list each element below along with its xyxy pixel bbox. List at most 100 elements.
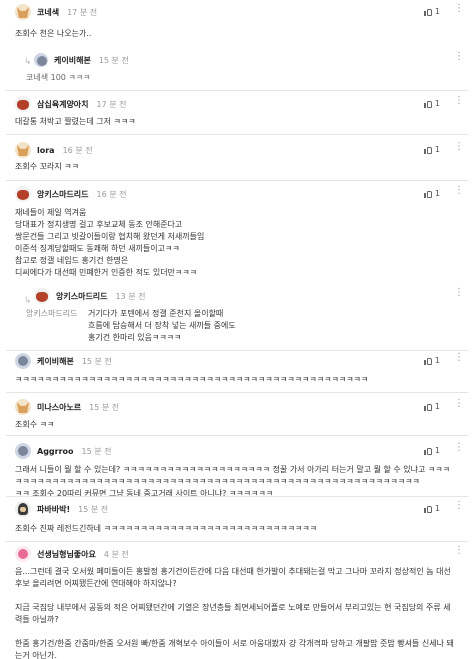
thumbs-up-icon [423,8,432,16]
user-nickname[interactable]: 케이비해본 [37,356,74,367]
thumbs-up-icon [423,190,432,198]
comment-time: 15 분 전 [81,446,112,456]
comment-body: 대갈통 처박고 짤렸는데 그저 ㅋㅋㅋ [15,117,136,126]
comment-time: 15 분 전 [78,504,109,514]
user-avatar[interactable] [15,186,31,202]
more-options-icon[interactable]: ⋮ [454,352,464,363]
more-options-icon[interactable]: ⋮ [454,500,464,511]
user-avatar[interactable] [15,142,31,158]
like-count: 1 [434,99,440,108]
more-options-icon[interactable]: ⋮ [454,442,464,453]
comment-time: 16 분 전 [62,145,93,155]
reply-arrow-icon: ↳ [24,57,32,67]
comment-header: Aggrroo 15 분 전 [15,442,112,460]
comment-header: 미나스아노르 15 분 전 [15,398,119,416]
more-options-icon[interactable]: ⋮ [454,95,464,106]
reply-header: 케이비해본 15 분 전 [34,51,129,69]
user-avatar[interactable] [15,96,31,112]
like-count: 1 [434,145,440,154]
comment-body: 거기다가 포텐에서 정갤 준천지 올이할때 흐름에 탑승해서 더 장착 넣는 새… [88,309,236,342]
comment-time: 17 분 전 [67,7,98,17]
user-nickname[interactable]: Aggrroo [37,447,74,456]
comment-body: ㅋㅋㅋㅋㅋㅋㅋㅋㅋㅋㅋㅋㅋㅋㅋㅋㅋㅋㅋㅋㅋㅋㅋㅋㅋㅋㅋㅋㅋㅋㅋㅋㅋㅋㅋㅋㅋㅋㅋㅋ… [15,375,369,384]
divider [6,90,468,91]
divider [6,392,468,393]
comment-body: 조회수 꼬라지 ㅋㅋ [15,162,79,171]
user-nickname[interactable]: lora [37,146,55,155]
comment-list: 코네색 17 분 전 1 ⋮ 조회수 천은 나오는가.. ↳ 케이비해본 15 … [0,0,474,659]
comment-time: 16 분 전 [96,189,127,199]
reply-arrow-icon: ↳ [24,296,32,306]
more-options-icon[interactable]: ⋮ [454,51,464,62]
comment-header: 케이비해본 15 분 전 [15,352,112,370]
like-button[interactable]: 1 [423,356,440,365]
like-button[interactable]: 1 [423,145,440,154]
more-options-icon[interactable]: ⋮ [454,3,464,14]
user-nickname[interactable]: 앙키스마드리드 [56,291,108,302]
comment-time: 15 분 전 [98,55,129,65]
comment-header: 파바바박! 15 분 전 [15,500,108,518]
user-avatar[interactable] [15,546,31,562]
comment-header: 코네색 17 분 전 [15,3,97,21]
thumbs-up-icon [423,100,432,108]
thumbs-up-icon [423,357,432,365]
user-nickname[interactable]: 케이비해본 [54,55,91,66]
thumbs-up-icon [423,403,432,411]
comment-time: 13 분 전 [115,291,146,301]
more-options-icon[interactable]: ⋮ [454,545,464,556]
like-button[interactable]: 1 [423,99,440,108]
user-avatar[interactable] [34,53,48,67]
user-nickname[interactable]: 선생님형님좋아요 [37,549,96,560]
user-nickname[interactable]: 앙키스마드리드 [37,189,89,200]
quoted-user[interactable]: 앙키스마드리드 [26,308,78,320]
like-count: 1 [434,446,440,455]
comment-body: 그래서 니들이 뭘 할 수 있는데? ㅋㅋㅋㅋㅋㅋㅋㅋㅋㅋㅋㅋㅋㅋㅋㅋㅋㅋㅋㅋ … [15,465,451,498]
like-button[interactable]: 1 [423,446,440,455]
user-avatar[interactable] [15,501,31,517]
comment-time: 17 분 전 [96,99,127,109]
like-count: 1 [434,504,440,513]
reply-header: 앙키스마드리드 13 분 전 [34,287,146,305]
like-count: 1 [434,356,440,365]
comment-body: 조회수 ㅋㅋ [15,420,55,429]
like-count: 1 [434,402,440,411]
like-button[interactable]: 1 [423,189,440,198]
comment-body: 재네들이 제일 역겨움 당대표가 정치생명 걸고 후보교체 동조 안해준다고 쌍… [15,208,205,277]
reply-content: 앙키스마드리드 [26,308,82,320]
like-button[interactable]: 1 [423,7,440,16]
user-nickname[interactable]: 미나스아노르 [37,402,81,413]
like-button[interactable]: 1 [423,402,440,411]
comment-header: lora 16 분 전 [15,141,93,159]
comment-body: 조회수 천은 나오는가.. [15,29,92,38]
user-nickname[interactable]: 파바바박! [37,504,70,515]
divider [6,541,468,542]
more-options-icon[interactable]: ⋮ [454,287,464,298]
more-options-icon[interactable]: ⋮ [454,141,464,152]
thumbs-up-icon [423,447,432,455]
user-avatar[interactable] [15,443,31,459]
user-avatar[interactable] [15,353,31,369]
thumbs-up-icon [423,505,432,513]
user-nickname[interactable]: 코네색 [37,7,59,18]
divider [6,134,468,135]
comment-header: 선생님형님좋아요 4 분 전 [15,545,129,563]
more-options-icon[interactable]: ⋮ [454,185,464,196]
more-options-icon[interactable]: ⋮ [454,398,464,409]
like-count: 1 [434,189,440,198]
user-avatar[interactable] [15,4,31,20]
thumbs-up-icon [423,146,432,154]
divider [6,435,468,436]
user-nickname[interactable]: 삼십육계양아치 [37,99,89,110]
like-count: 1 [434,7,440,16]
user-avatar[interactable] [15,399,31,415]
comment-body: 조회수 진짜 레전드긴하네 ㅋㅋㅋㅋㅋㅋㅋㅋㅋㅋㅋㅋㅋㅋㅋㅋㅋㅋㅋㅋㅋㅋㅋㅋㅋㅋ… [15,524,318,533]
user-avatar[interactable] [34,288,50,304]
comment-body: 코네색 100 ㅋㅋㅋ [26,73,91,82]
divider [6,180,468,181]
divider [6,350,468,351]
like-button[interactable]: 1 [423,504,440,513]
comment-time: 15 분 전 [81,356,112,366]
comment-header: 삼십육계양아치 17 분 전 [15,95,127,113]
comment-header: 앙키스마드리드 16 분 전 [15,185,127,203]
divider [6,496,468,497]
